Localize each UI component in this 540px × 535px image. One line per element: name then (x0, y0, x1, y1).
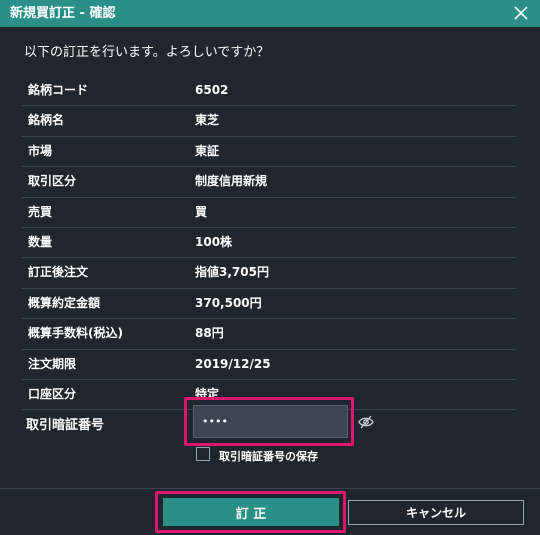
row-label: 銘柄名 (28, 113, 65, 128)
row-value: 2019/12/25 (195, 356, 271, 371)
table-row: 数量 100株 (22, 228, 516, 259)
table-row: 訂正後注文 指値3,705円 (22, 258, 516, 289)
row-value: 買 (195, 204, 208, 219)
table-row: 市場 東証 (22, 137, 516, 168)
table-row: 銘柄コード 6502 (22, 76, 516, 107)
table-row: 売買 買 (22, 198, 516, 228)
table-row: 概算手数料(税込) 88円 (22, 319, 516, 350)
eye-slash-icon[interactable] (358, 414, 374, 429)
table-row: 概算約定金額 370,500円 (22, 289, 516, 320)
row-value: 6502 (195, 83, 229, 97)
table-row: 取引区分 制度信用新規 (22, 167, 516, 198)
row-label: 概算約定金額 (28, 295, 101, 310)
row-label: 売買 (28, 204, 53, 219)
save-pin-checkbox[interactable] (196, 447, 210, 461)
confirm-button[interactable]: 訂 正 (163, 498, 339, 526)
footer-divider (0, 488, 540, 489)
row-label: 数量 (28, 234, 53, 249)
table-row: 注文期限 2019/12/25 (22, 350, 516, 380)
pin-input[interactable]: •••• (193, 405, 348, 438)
dialog-title: 新規買訂正 - 確認 (10, 6, 116, 21)
row-value: 88円 (195, 326, 224, 341)
confirm-question: 以下の訂正を行います。よろしいですか？ (24, 45, 270, 60)
row-label: 市場 (28, 143, 53, 158)
row-label: 銘柄コード (28, 83, 89, 97)
row-value: 東証 (195, 143, 220, 158)
row-value: 制度信用新規 (195, 174, 268, 189)
row-value: 指値3,705円 (195, 265, 269, 280)
table-row: 銘柄名 東芝 (22, 106, 516, 137)
close-icon[interactable] (510, 2, 532, 24)
row-value: 東芝 (195, 113, 220, 128)
row-value: 370,500円 (195, 295, 262, 310)
row-label: 注文期限 (28, 356, 77, 371)
save-pin-label[interactable]: 取引暗証番号の保存 (219, 448, 318, 464)
row-label: 取引区分 (28, 174, 77, 189)
row-value: 100株 (195, 234, 233, 249)
cancel-button[interactable]: キャンセル (348, 500, 524, 525)
dialog-titlebar: 新規買訂正 - 確認 (0, 0, 540, 27)
order-details-table: 銘柄コード 6502 銘柄名 東芝 市場 東証 取引区分 制度信用新規 売買 買 数量 10… (22, 76, 516, 411)
row-label: 概算手数料(税込) (28, 326, 123, 341)
row-label: 口座区分 (28, 386, 77, 401)
row-label: 訂正後注文 (28, 265, 89, 280)
pin-label: 取引暗証番号 (26, 418, 105, 433)
